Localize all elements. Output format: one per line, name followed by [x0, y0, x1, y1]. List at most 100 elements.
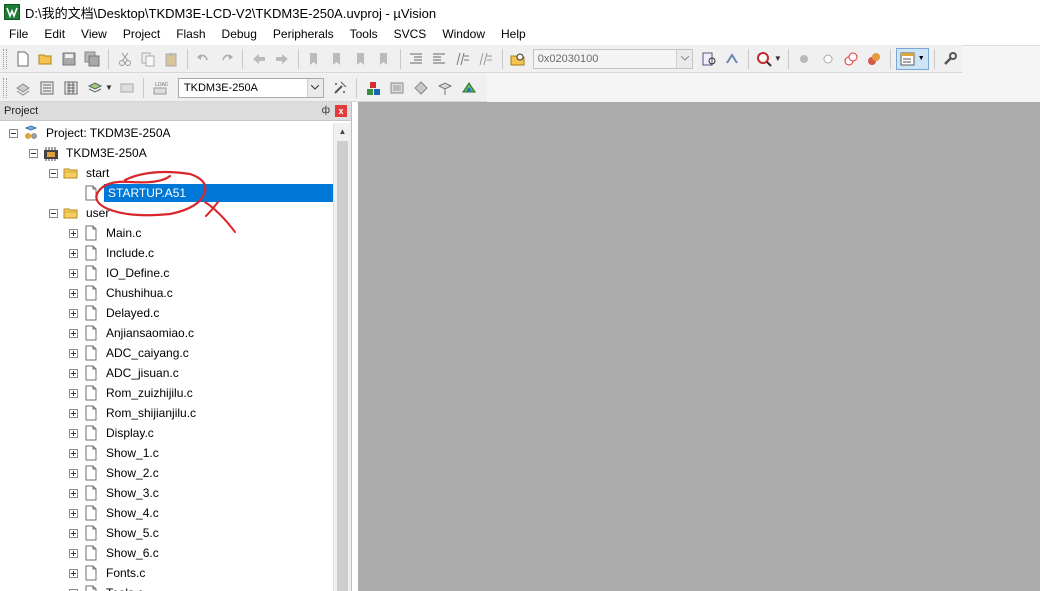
- find-in-files-icon[interactable]: [508, 48, 529, 70]
- open-folder-icon[interactable]: [35, 48, 56, 70]
- breakpoint-kill-all-icon[interactable]: [864, 48, 885, 70]
- rebuild-icon[interactable]: [60, 77, 82, 99]
- tree-file-item[interactable]: Anjiansaomiao.c: [69, 323, 196, 343]
- scrollbar-thumb[interactable]: [337, 141, 348, 591]
- unindent-icon[interactable]: [429, 48, 450, 70]
- breakpoint-enable-icon[interactable]: [817, 48, 838, 70]
- manage-rte-icon[interactable]: [410, 77, 432, 99]
- menu-edit[interactable]: Edit: [35, 24, 72, 44]
- save-all-icon[interactable]: [82, 48, 103, 70]
- cut-icon[interactable]: [114, 48, 135, 70]
- tree-file-item[interactable]: Show_3.c: [69, 483, 161, 503]
- expand-icon[interactable]: [69, 408, 78, 418]
- target-select[interactable]: TKDM3E-250A: [177, 77, 324, 98]
- menu-flash[interactable]: Flash: [167, 24, 212, 44]
- tree-file-item[interactable]: ADC_jisuan.c: [69, 363, 181, 383]
- tree-file-item[interactable]: Rom_zuizhijilu.c: [69, 383, 195, 403]
- copy-icon[interactable]: [137, 48, 158, 70]
- tree-file-item[interactable]: Show_5.c: [69, 523, 161, 543]
- tree-group-user[interactable]: user: [49, 203, 111, 223]
- pack-installer-icon[interactable]: [458, 77, 480, 99]
- incremental-find-icon[interactable]: [698, 48, 719, 70]
- bookmark-clear-icon[interactable]: [373, 48, 394, 70]
- batch-dropdown-arrow[interactable]: ▼: [105, 83, 113, 92]
- scroll-up-arrow-icon[interactable]: ▲: [334, 123, 351, 140]
- collapse-icon[interactable]: [49, 208, 58, 218]
- breakpoint-disable-all-icon[interactable]: [840, 48, 861, 70]
- expand-icon[interactable]: [69, 348, 78, 358]
- expand-icon[interactable]: [69, 548, 78, 558]
- nav-back-icon[interactable]: [248, 48, 269, 70]
- collapse-icon[interactable]: [29, 148, 38, 158]
- collapse-icon[interactable]: [9, 128, 18, 138]
- tree-file-item[interactable]: Rom_shijianjilu.c: [69, 403, 198, 423]
- expand-icon[interactable]: [69, 248, 78, 258]
- menu-tools[interactable]: Tools: [341, 24, 385, 44]
- target-options-icon[interactable]: [329, 77, 351, 99]
- build-icon[interactable]: [36, 77, 58, 99]
- breakpoint-insert-icon[interactable]: [794, 48, 815, 70]
- tree-file-item[interactable]: Show_6.c: [69, 543, 161, 563]
- chevron-down-icon[interactable]: [676, 49, 693, 68]
- toolbar-grip[interactable]: [3, 77, 7, 98]
- tree-file-item[interactable]: STARTUP.A51: [69, 183, 333, 203]
- tree-file-item[interactable]: IO_Define.c: [69, 263, 171, 283]
- expand-icon[interactable]: [69, 528, 78, 538]
- new-file-icon[interactable]: [12, 48, 33, 70]
- tree-group-start[interactable]: start: [49, 163, 111, 183]
- stop-build-icon[interactable]: [116, 77, 138, 99]
- tree-file-item[interactable]: Main.c: [69, 223, 143, 243]
- menu-project[interactable]: Project: [114, 24, 167, 44]
- tree-file-item[interactable]: Display.c: [69, 423, 156, 443]
- window-layout-button[interactable]: ▼: [895, 47, 929, 70]
- tree-file-item[interactable]: Tools.c: [69, 583, 145, 591]
- expand-icon[interactable]: [69, 568, 78, 578]
- pin-icon[interactable]: ф: [322, 106, 330, 116]
- tree-file-item[interactable]: Show_1.c: [69, 443, 161, 463]
- bookmark-next-icon[interactable]: [350, 48, 371, 70]
- tree-target[interactable]: TKDM3E-250A: [29, 143, 149, 163]
- comment-icon[interactable]: [452, 48, 473, 70]
- download-load-icon[interactable]: LOAD: [149, 77, 171, 99]
- select-software-packs-icon[interactable]: [434, 77, 456, 99]
- debug-session-icon[interactable]: [754, 48, 775, 70]
- close-icon[interactable]: x: [335, 105, 347, 117]
- paste-icon[interactable]: [160, 48, 181, 70]
- expand-icon[interactable]: [69, 448, 78, 458]
- expand-icon[interactable]: [69, 368, 78, 378]
- expand-icon[interactable]: [69, 488, 78, 498]
- tree-project-root[interactable]: Project: TKDM3E-250A: [9, 123, 173, 143]
- expand-icon[interactable]: [69, 228, 78, 238]
- debug-dropdown-arrow[interactable]: ▼: [774, 54, 782, 63]
- chevron-down-icon[interactable]: [306, 78, 323, 97]
- collapse-icon[interactable]: [49, 168, 58, 178]
- configure-wrench-icon[interactable]: [940, 48, 961, 70]
- tree-file-item[interactable]: Chushihua.c: [69, 283, 175, 303]
- tree-file-item[interactable]: Show_4.c: [69, 503, 161, 523]
- undo-icon[interactable]: [193, 48, 214, 70]
- expand-icon[interactable]: [69, 428, 78, 438]
- tree-file-item[interactable]: Fonts.c: [69, 563, 147, 583]
- expand-icon[interactable]: [69, 388, 78, 398]
- expand-icon[interactable]: [69, 468, 78, 478]
- redo-icon[interactable]: [216, 48, 237, 70]
- translate-icon[interactable]: [12, 77, 34, 99]
- uncomment-icon[interactable]: [475, 48, 496, 70]
- menu-peripherals[interactable]: Peripherals: [264, 24, 341, 44]
- tree-file-item[interactable]: Show_2.c: [69, 463, 161, 483]
- menu-file[interactable]: File: [0, 24, 35, 44]
- batch-build-icon[interactable]: [84, 77, 106, 99]
- menu-debug[interactable]: Debug: [213, 24, 264, 44]
- menu-svcs[interactable]: SVCS: [385, 24, 434, 44]
- tree-file-item[interactable]: ADC_caiyang.c: [69, 343, 191, 363]
- bookmark-insert-icon[interactable]: [304, 48, 325, 70]
- tree-file-item[interactable]: Include.c: [69, 243, 156, 263]
- expand-icon[interactable]: [69, 328, 78, 338]
- menu-view[interactable]: View: [72, 24, 114, 44]
- expand-icon[interactable]: [69, 308, 78, 318]
- expand-icon[interactable]: [69, 288, 78, 298]
- file-extensions-icon[interactable]: [386, 77, 408, 99]
- nav-forward-icon[interactable]: [271, 48, 292, 70]
- save-icon[interactable]: [58, 48, 79, 70]
- bookmark-prev-icon[interactable]: [327, 48, 348, 70]
